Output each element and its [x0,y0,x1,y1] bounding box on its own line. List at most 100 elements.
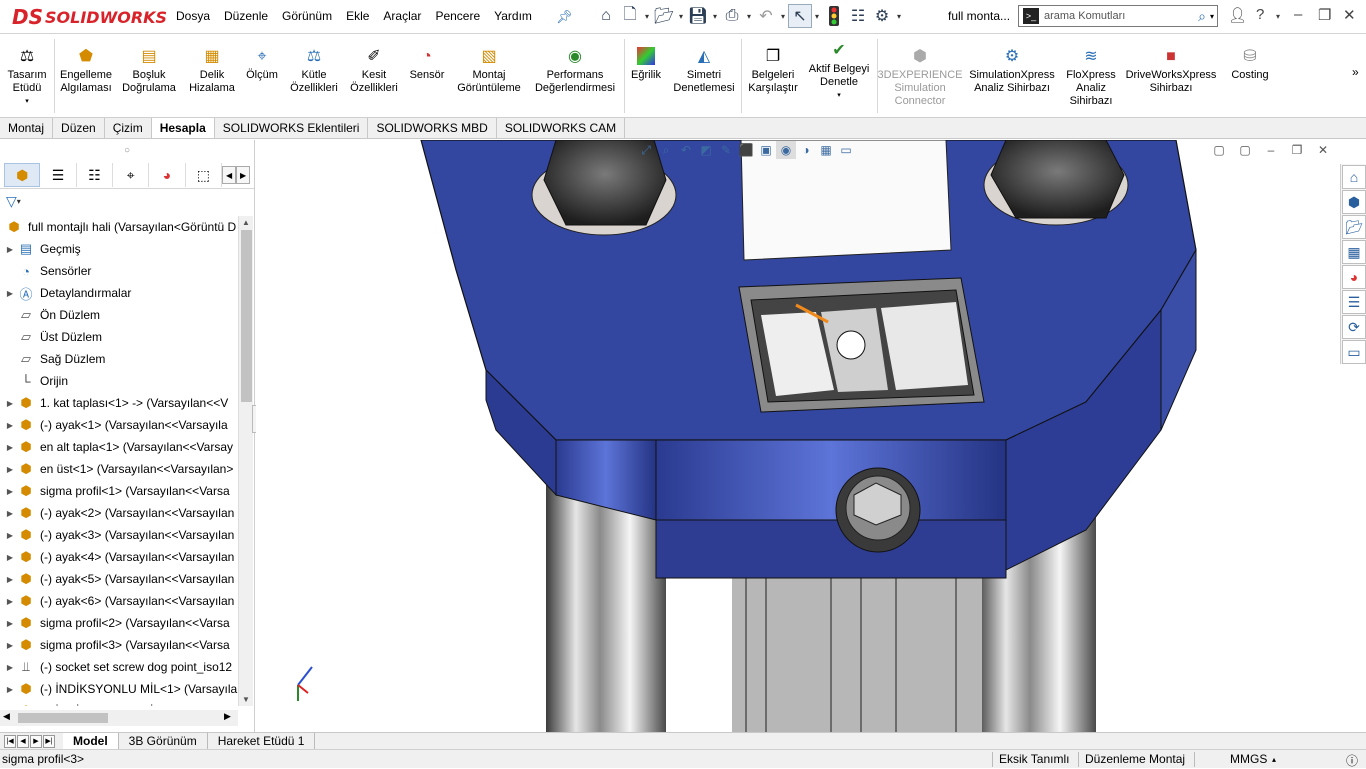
expand-arrow-icon[interactable]: ▶ [4,465,16,474]
display-manager-icon[interactable]: ◕ [149,163,186,187]
tab-layout[interactable]: Düzen [53,118,105,138]
ribbon-driveworksxpress[interactable]: ■ DriveWorksXpress Sihirbazı [1122,45,1220,95]
ribbon-measure[interactable]: ⌖ Ölçüm [242,45,282,82]
more-managers-icon[interactable]: ⬚ [186,163,223,187]
expand-arrow-icon[interactable]: ▶ [4,399,16,408]
tabs-right-arrow-icon[interactable]: ▶ [236,166,251,184]
tab-addins[interactable]: SOLIDWORKS Eklentileri [215,118,369,138]
design-study-dropdown-icon[interactable]: ▾ [25,95,29,108]
ribbon-clearance-verification[interactable]: ▤ Boşluk Doğrulama [118,45,180,95]
tree-node[interactable]: ▶ ⬢ (-) ayak<3> (Varsayılan<<Varsayılan [0,524,238,546]
design-library-icon[interactable]: ⬢ [1342,190,1366,214]
expand-arrow-icon[interactable]: ▶ [4,597,16,606]
file-properties-icon[interactable]: ☷ [846,4,870,28]
ribbon-more-icon[interactable]: » [1352,65,1359,79]
doc-close-icon[interactable]: ✕ [1310,140,1336,160]
tree-node[interactable]: ▶ ⬢ (-) ayak<6> (Varsayılan<<Varsayılan [0,590,238,612]
pin-icon[interactable]: 📌︎ [556,9,573,25]
options-gear-icon[interactable]: ⚙ [870,4,894,28]
view-settings-icon[interactable]: ▭ [836,141,856,159]
tree-node[interactable]: ▶ ⫫ (-) socket set screw dog point_iso12 [0,656,238,678]
view-palette-icon[interactable]: ▦ [1342,240,1366,264]
undo-dropdown-icon[interactable]: ▾ [778,12,788,21]
ribbon-section-properties[interactable]: ✐ Kesit Özellikleri [346,45,402,95]
menu-help[interactable]: Yardım [494,9,532,23]
expand-arrow-icon[interactable]: ▶ [4,619,16,628]
tab-mbd[interactable]: SOLIDWORKS MBD [368,118,497,138]
next-tab-icon[interactable]: ▶ [30,734,42,748]
tree-filter-icon[interactable]: ▽ ▾ [0,189,254,213]
help-icon[interactable]: ? [1256,6,1264,23]
search-input[interactable]: arama Komutları [1044,10,1198,22]
ribbon-costing[interactable]: ⛁ Costing [1224,45,1276,82]
property-manager-icon[interactable]: ☰ [40,163,77,187]
search-icon[interactable]: ⌕ [1198,8,1206,25]
dynamic-annotation-icon[interactable]: ✎ [716,141,736,159]
tree-node[interactable]: ▶ ⬢ sigma profil<2> (Varsayılan<<Varsa [0,612,238,634]
last-tab-icon[interactable]: ▶| [43,734,55,748]
ribbon-mass-properties[interactable]: ⚖ Kütle Özellikleri [286,45,342,95]
expand-arrow-icon[interactable]: ▶ [4,245,16,254]
zoom-to-fit-icon[interactable]: ⤢ [636,141,656,159]
tile-left-icon[interactable]: ▢ [1206,140,1232,160]
tab-cam[interactable]: SOLIDWORKS CAM [497,118,626,138]
menu-insert[interactable]: Ekle [346,9,369,23]
scroll-left-icon[interactable]: ◀ [3,711,10,722]
close-window-icon[interactable]: ✕ [1343,6,1356,24]
tab-sketch[interactable]: Çizim [105,118,152,138]
doc-tab-model[interactable]: Model [63,733,119,749]
tree-node[interactable]: ▶ ⬢ sigma profil<3> (Varsayılan<<Varsa [0,634,238,656]
save-dropdown-icon[interactable]: ▾ [710,12,720,21]
expand-arrow-icon[interactable]: ▶ [4,289,16,298]
expand-arrow-icon[interactable]: ▶ [4,663,16,672]
expand-arrow-icon[interactable]: ▶ [4,531,16,540]
home-icon[interactable]: ⌂ [594,4,618,28]
expand-arrow-icon[interactable]: ▶ [4,575,16,584]
dimxpert-manager-icon[interactable]: ⌖ [113,163,150,187]
tree-node[interactable]: ▶ ⬢ 1. kat taplası<1> -> (Varsayılan<<V [0,392,238,414]
tree-node[interactable]: ▶ ⬢ en alt tapla<1> (Varsayılan<<Varsay [0,436,238,458]
status-units[interactable]: MMGS [1230,752,1267,766]
new-document-icon[interactable]: 🗋 [618,4,642,28]
ribbon-assembly-visualization[interactable]: ▧ Montaj Görüntüleme [452,45,526,95]
expand-arrow-icon[interactable]: ▶ [4,509,16,518]
tree-node[interactable]: ▶ ⬢ (-) İNDİKSYONLU MİL<1> (Varsayıla [0,678,238,700]
tree-node[interactable]: ▶ ⬢ (-) ayak<5> (Varsayılan<<Varsayılan [0,568,238,590]
undo-icon[interactable]: ↶ [754,4,778,28]
expand-arrow-icon[interactable]: ▶ [4,553,16,562]
prev-tab-icon[interactable]: ◀ [17,734,29,748]
tree-vertical-scrollbar[interactable]: ▲ ▼ [238,216,253,706]
scroll-thumb[interactable] [241,230,252,402]
panel-grip-icon[interactable]: ○ [0,140,254,162]
hide-show-icon[interactable]: ◉ [776,141,796,159]
appearances-icon[interactable]: ◕ [1342,265,1366,289]
expand-arrow-icon[interactable]: ▶ [4,421,16,430]
doc-minimize-icon[interactable]: – [1258,140,1284,160]
expand-arrow-icon[interactable]: ▶ [4,685,16,694]
help-status-icon[interactable]: ⓘ [1346,752,1358,769]
search-dropdown-icon[interactable]: ▾ [1210,12,1214,21]
ribbon-compare-documents[interactable]: ❐ Belgeleri Karşılaştır [744,45,802,95]
select-cursor-icon[interactable]: ↖ [788,4,812,28]
scroll-right-icon[interactable]: ▶ [224,711,231,722]
expand-arrow-icon[interactable]: ▶ [4,641,16,650]
view-orientation-icon[interactable]: ⬛ [736,141,756,159]
solidworks-forum-icon[interactable]: ⟳ [1342,315,1366,339]
menu-view[interactable]: Görünüm [282,9,332,23]
doc-restore-icon[interactable]: ❐ [1284,140,1310,160]
doc-tab-motion-study[interactable]: Hareket Etüdü 1 [208,733,316,749]
rebuild-traffic-light-icon[interactable] [822,4,846,28]
minimize-window-icon[interactable]: – [1294,6,1302,23]
save-icon[interactable]: 💾︎ [686,4,710,28]
units-dropdown-icon[interactable]: ▴ [1272,755,1276,764]
expand-arrow-icon[interactable]: ▶ [4,487,16,496]
help-dropdown-icon[interactable]: ▾ [1276,12,1280,21]
tree-node[interactable]: ▱ Ön Düzlem [0,304,238,326]
ribbon-design-study[interactable]: ⚖ Tasarım Etüdü ▾ [4,45,50,108]
tree-node[interactable]: ▶ Ⓐ Detaylandırmalar [0,282,238,304]
check-document-dropdown-icon[interactable]: ▾ [837,89,841,102]
ribbon-check-active-document[interactable]: ✔ Aktif Belgeyi Denetle ▾ [804,39,874,102]
menu-file[interactable]: Dosya [176,9,210,23]
file-explorer-icon[interactable]: 📂︎ [1342,215,1366,239]
hscroll-thumb[interactable] [18,713,108,723]
